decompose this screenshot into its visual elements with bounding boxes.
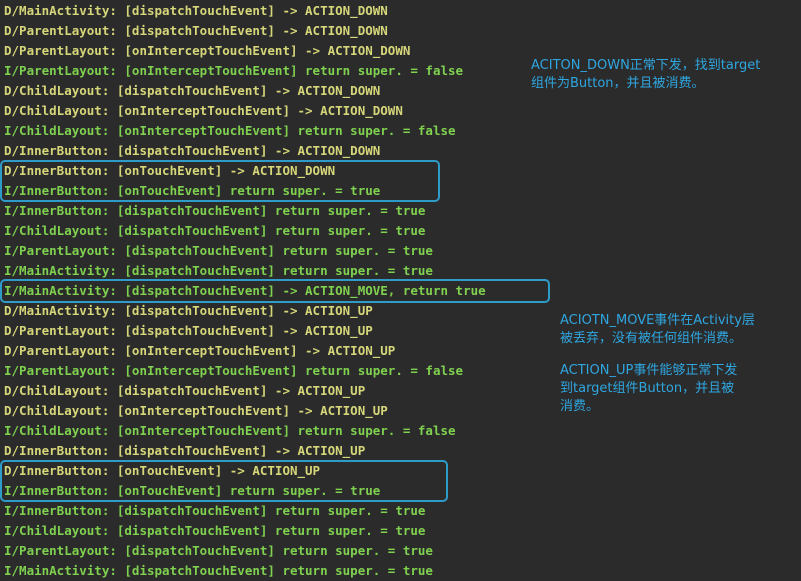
annotation-action-up: ACTION_UP事件能够正常下发 到target组件Button，并且被 消费… (560, 362, 737, 416)
annotation-action-up-line1: ACTION_UP事件能够正常下发 (560, 363, 738, 378)
log-line: I/ParentLayout: [dispatchTouchEvent] ret… (4, 543, 433, 558)
highlight-box-down-consume (0, 160, 440, 202)
annotation-action-move: ACIOTN_MOVE事件在Activity层 被丢弃，没有被任何组件消费。 (560, 312, 755, 348)
log-line: I/MainActivity: [dispatchTouchEvent] ret… (4, 263, 433, 278)
log-line: I/ChildLayout: [dispatchTouchEvent] retu… (4, 223, 426, 238)
log-line: D/InnerButton: [dispatchTouchEvent] -> A… (4, 143, 381, 158)
log-line: D/ParentLayout: [dispatchTouchEvent] -> … (4, 323, 373, 338)
annotation-action-down-line1: ACITON_DOWN正常下发，找到target (531, 58, 761, 73)
annotation-action-down-line2: 组件为Button，并且被消费。 (531, 76, 705, 91)
log-line: D/MainActivity: [dispatchTouchEvent] -> … (4, 303, 373, 318)
log-line: I/ChildLayout: [onInterceptTouchEvent] r… (4, 123, 456, 138)
log-line: D/ParentLayout: [dispatchTouchEvent] -> … (4, 23, 388, 38)
log-line: I/ParentLayout: [onInterceptTouchEvent] … (4, 363, 464, 378)
annotation-action-down: ACITON_DOWN正常下发，找到target 组件为Button，并且被消费… (531, 57, 760, 93)
log-line: I/ParentLayout: [onInterceptTouchEvent] … (4, 63, 464, 78)
annotation-action-move-line2: 被丢弃，没有被任何组件消费。 (560, 331, 743, 346)
log-line: I/ChildLayout: [onInterceptTouchEvent] r… (4, 423, 456, 438)
highlight-box-up-consume (0, 460, 448, 502)
log-line: D/InnerButton: [dispatchTouchEvent] -> A… (4, 443, 366, 458)
log-line: D/MainActivity: [dispatchTouchEvent] -> … (4, 3, 388, 18)
annotation-action-up-line2: 到target组件Button，并且被 (560, 381, 735, 396)
log-line: I/MainActivity: [dispatchTouchEvent] ret… (4, 563, 433, 578)
log-line: D/ParentLayout: [onInterceptTouchEvent] … (4, 43, 411, 58)
log-line: D/ChildLayout: [dispatchTouchEvent] -> A… (4, 83, 381, 98)
log-line: D/ChildLayout: [dispatchTouchEvent] -> A… (4, 383, 366, 398)
log-line: I/ParentLayout: [dispatchTouchEvent] ret… (4, 243, 433, 258)
annotation-action-up-line3: 消费。 (560, 399, 600, 414)
log-line: D/ParentLayout: [onInterceptTouchEvent] … (4, 343, 396, 358)
log-line: I/InnerButton: [dispatchTouchEvent] retu… (4, 503, 426, 518)
highlight-box-move-dropped (0, 279, 550, 303)
annotation-action-move-line1: ACIOTN_MOVE事件在Activity层 (560, 313, 755, 328)
log-line: D/ChildLayout: [onInterceptTouchEvent] -… (4, 403, 388, 418)
log-line: I/ChildLayout: [dispatchTouchEvent] retu… (4, 523, 426, 538)
log-line: D/ChildLayout: [onInterceptTouchEvent] -… (4, 103, 403, 118)
log-line: I/InnerButton: [dispatchTouchEvent] retu… (4, 203, 426, 218)
